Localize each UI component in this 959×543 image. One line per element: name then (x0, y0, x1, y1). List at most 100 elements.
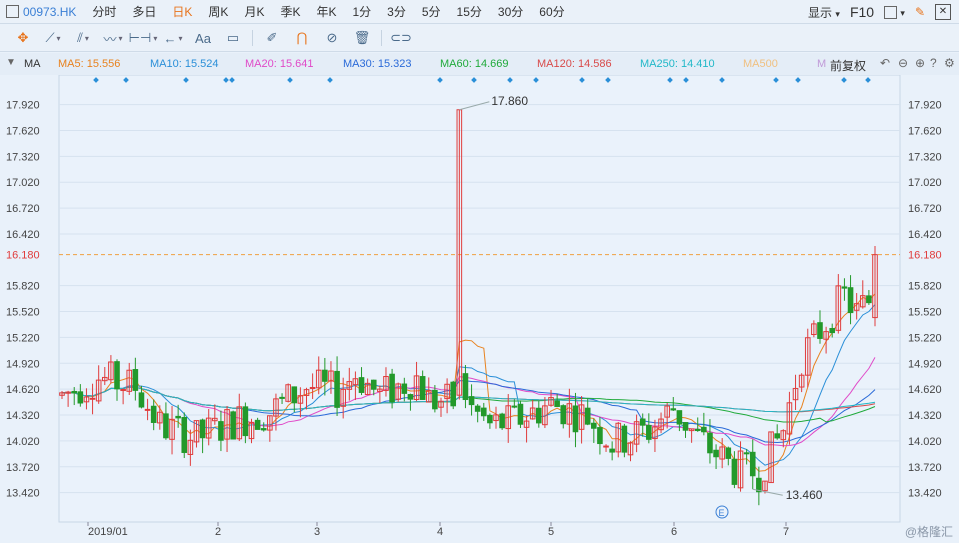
ma-legend-item[interactable]: MA30: 15.323 (343, 58, 412, 70)
adjust-dropdown[interactable]: 前复权 (830, 57, 866, 74)
ma-legend-item[interactable]: MA60: 14.669 (440, 58, 509, 70)
candle-up (438, 400, 444, 408)
reset-icon[interactable]: ↶ (880, 56, 890, 70)
magnet-icon[interactable]: ⋂ (287, 28, 317, 48)
period-tab[interactable]: 季K (272, 3, 308, 20)
move-crosshair-icon[interactable]: ✥ (8, 28, 38, 48)
y-tick-label-right: 14.020 (908, 436, 942, 448)
period-tab[interactable]: 多日 (124, 3, 164, 20)
candle-down (707, 432, 713, 454)
settings-gear-icon[interactable]: ⚙ (944, 56, 955, 70)
candle-down (407, 394, 414, 400)
y-tick-label-right: 14.320 (908, 410, 942, 422)
collapse-triangle-icon[interactable]: ▼ (6, 57, 16, 68)
candle-down (71, 390, 78, 394)
candle-up (872, 254, 878, 319)
candle-down (389, 373, 395, 403)
ma-legend-item[interactable]: MA500 (743, 58, 778, 70)
period-tabs: 分时 多日 日K 周K 月K 季K 年K 1分 3分 5分 15分 30分 60分 (84, 3, 572, 20)
candle-up (456, 109, 463, 396)
y-tick-label-left: 16.720 (6, 203, 40, 215)
candle-up (59, 392, 65, 396)
candle-up (65, 391, 71, 394)
y-tick-label-right: 17.020 (908, 177, 942, 189)
candle-up (444, 383, 450, 400)
close-icon[interactable]: ✕ (935, 4, 951, 20)
ma-legend-item[interactable]: M (817, 58, 826, 70)
line-tool-icon[interactable]: ⟋ ▾ (38, 28, 68, 48)
draw-pencil-icon[interactable]: ✎ (915, 5, 925, 19)
price-tag-left (2, 247, 56, 263)
period-tab[interactable]: 60分 (531, 3, 572, 20)
candle-down (432, 389, 438, 410)
candle-down (150, 405, 157, 423)
candle-up (688, 428, 695, 432)
candlestick-chart[interactable]: 17.920 17.920 17.620 17.620 17.320 17.320 17.0… (0, 75, 959, 543)
candle-up (144, 408, 151, 411)
ma-legend-item[interactable]: MA5: 15.556 (58, 58, 120, 70)
candle-down (181, 416, 188, 453)
period-tab[interactable]: 5分 (414, 3, 449, 20)
period-tab[interactable]: 分时 (84, 3, 124, 20)
y-tick-label-left: 15.220 (6, 332, 40, 344)
comment-tool-icon[interactable]: ▭ (218, 28, 248, 48)
y-tick-label-right: 16.180 (908, 250, 942, 262)
delete-icon[interactable]: 🗑 (347, 28, 377, 48)
wave-tool-icon[interactable]: 〰 ▾ (98, 28, 128, 48)
candle-down (535, 407, 542, 424)
candle-down (670, 408, 677, 411)
f10-button[interactable]: F10 (850, 4, 874, 20)
candle-up (762, 480, 768, 492)
period-tab[interactable]: 月K (236, 3, 272, 20)
arrow-tool-icon[interactable]: ← ▾ (158, 28, 188, 48)
display-dropdown[interactable]: 显示 ▾ (808, 4, 840, 21)
min-price-label: 13.460 (786, 488, 823, 502)
ma-legend-item[interactable]: MA10: 15.524 (150, 58, 219, 70)
layout-dropdown[interactable]: ▾ (884, 5, 905, 20)
period-tab[interactable]: 30分 (490, 3, 531, 20)
toolbar-divider (381, 30, 382, 46)
square-icon (884, 6, 898, 20)
candle-down (841, 286, 848, 289)
window-icon[interactable] (6, 5, 19, 18)
pencil-icon[interactable]: ✐ (257, 28, 287, 48)
period-tab[interactable]: 3分 (379, 3, 414, 20)
y-tick-label-right: 15.520 (908, 307, 942, 319)
candle-down (419, 376, 426, 400)
period-tab[interactable]: 日K (164, 3, 200, 20)
candle-up (652, 426, 658, 440)
candle-up (285, 384, 291, 402)
period-tab[interactable]: 周K (200, 3, 236, 20)
candle-up (315, 369, 322, 389)
range-tool-icon[interactable]: ⊢⊣ ▾ (128, 28, 158, 48)
chevron-down-icon: ▾ (835, 8, 840, 19)
candle-up (187, 439, 194, 455)
candle-up (505, 405, 512, 430)
candle-down (279, 396, 285, 399)
link-icon[interactable]: ⊂⊃ (386, 28, 416, 48)
candle-down (572, 405, 579, 433)
candle-down (291, 386, 298, 404)
candle-up (792, 387, 799, 401)
candle-up (529, 407, 536, 420)
text-tool-icon[interactable]: Aa (188, 28, 218, 48)
period-tab[interactable]: 年K (308, 3, 344, 20)
hide-icon[interactable]: ⊘ (317, 28, 347, 48)
right-controls: 显示 ▾ F10 ▾ ✎ ✕ (808, 0, 959, 24)
candle-down (114, 361, 120, 390)
channel-tool-icon[interactable]: ⫽ ▾ (68, 28, 98, 48)
zoom-out-icon[interactable]: ⊖ (898, 56, 908, 70)
candle-up (364, 382, 371, 396)
candle-up (859, 295, 866, 308)
ma-legend-item[interactable]: MA250: 14.410 (640, 58, 715, 70)
zoom-in-icon[interactable]: ⊕ (915, 56, 925, 70)
candle-up (768, 431, 774, 484)
candle-up (548, 397, 554, 406)
period-tab[interactable]: 15分 (449, 3, 490, 20)
help-icon[interactable]: ? (930, 56, 937, 70)
candle-up (395, 383, 402, 400)
ma-legend-item[interactable]: MA120: 14.586 (537, 58, 612, 70)
candle-down (639, 418, 646, 426)
period-tab[interactable]: 1分 (344, 3, 379, 20)
ma-legend-item[interactable]: MA20: 15.641 (245, 58, 314, 70)
